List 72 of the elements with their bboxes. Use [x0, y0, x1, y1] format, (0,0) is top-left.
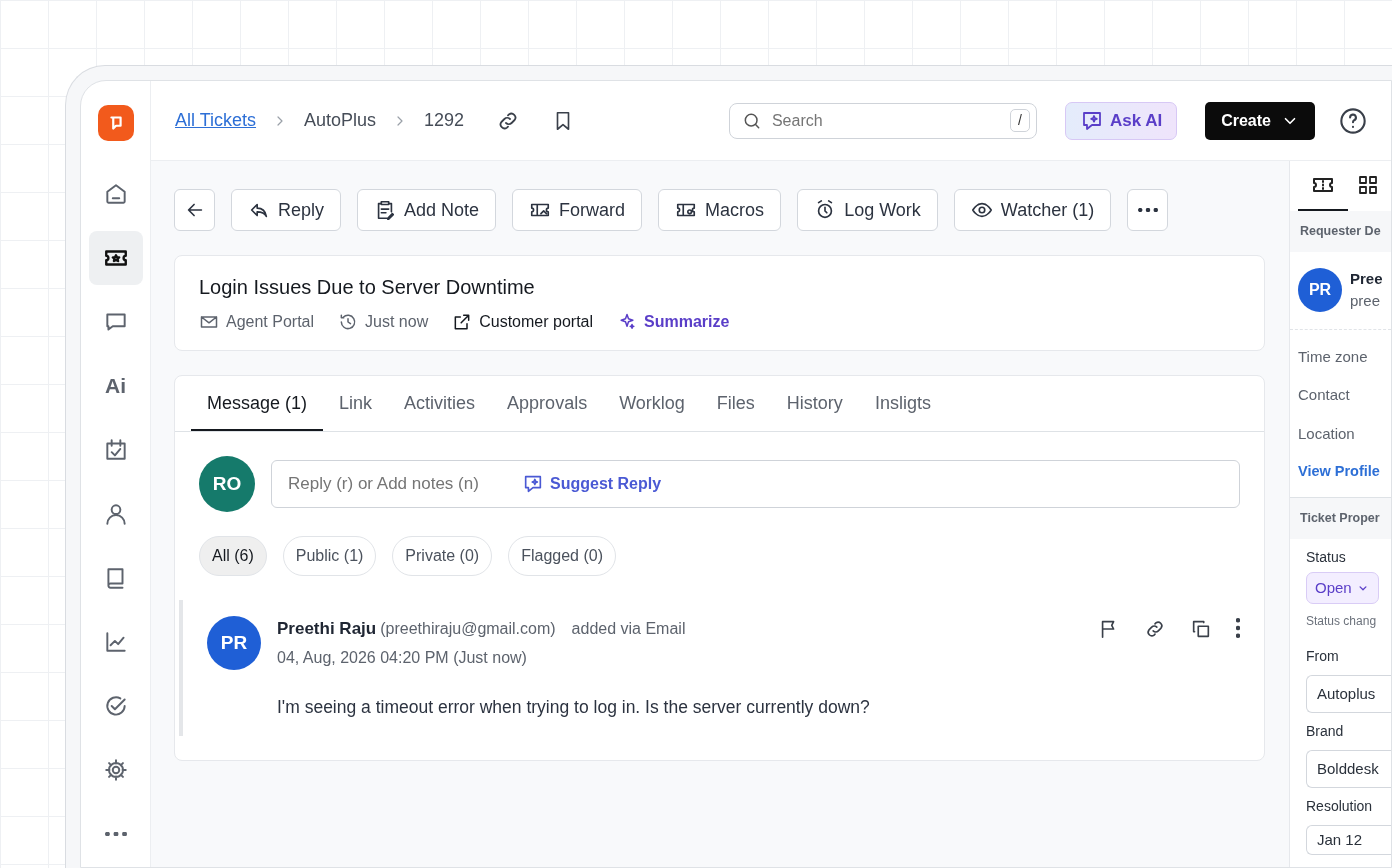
help-button[interactable]: [1339, 106, 1367, 135]
more-icon: [104, 832, 127, 836]
sidebar-item[interactable]: Ai: [88, 359, 143, 413]
section-heading: Ticket Proper: [1290, 497, 1391, 539]
toolbar-button[interactable]: Log Work: [797, 189, 938, 231]
ticket-title: Login Issues Due to Server Downtime: [199, 275, 536, 300]
select-field[interactable]: Jan 12: [1306, 824, 1391, 855]
summarize-button[interactable]: Summarize: [617, 310, 730, 334]
status-dropdown[interactable]: Open: [1306, 571, 1379, 604]
more-button[interactable]: [1236, 617, 1240, 640]
field-label: Location: [1298, 423, 1356, 444]
avatar: PR: [207, 616, 261, 670]
toolbar-button[interactable]: Macros: [658, 189, 782, 231]
filter-chip[interactable]: Flagged (0): [508, 536, 616, 576]
select-field[interactable]: Bolddesk: [1306, 749, 1391, 788]
ask-ai-button[interactable]: Ask AI: [1064, 101, 1178, 140]
tab[interactable]: Insligts: [858, 376, 947, 431]
tab[interactable]: Approvals: [491, 376, 604, 431]
field-label: Resolution: [1306, 796, 1374, 816]
tab[interactable]: Link: [323, 376, 389, 431]
toolbar-button[interactable]: Forward: [512, 189, 643, 231]
sidebar-item[interactable]: [88, 231, 143, 285]
meta-text: Agent Portal: [226, 312, 315, 332]
toolbar-button[interactable]: Watcher (1): [953, 189, 1112, 231]
grid-icon: [1356, 173, 1380, 197]
message-time: 04, Aug, 2026 04:20 PM (Just now): [277, 647, 528, 668]
reply-field[interactable]: Reply (r) or Add notes (n) Suggest Reply: [271, 460, 1240, 508]
message-body: I'm seeing a timeout error when trying to log in. Is the server currently down?: [277, 695, 871, 719]
select-field[interactable]: Autoplus: [1306, 674, 1391, 713]
more-button[interactable]: [1127, 189, 1169, 231]
search-field[interactable]: Search /: [728, 102, 1037, 139]
author-email: (preethiraju@gmail.com): [380, 618, 556, 639]
help-icon: [1339, 106, 1367, 135]
field-label: Contact: [1298, 385, 1351, 406]
author-name: Preethi Raju: [277, 618, 377, 640]
tab[interactable]: Message (1): [191, 376, 324, 431]
field-label: Status: [1306, 547, 1347, 567]
breadcrumb-item: 1292: [424, 109, 465, 132]
logo-icon: [97, 105, 134, 141]
filter-chip[interactable]: All (6): [199, 536, 267, 576]
tab[interactable]: Activities: [388, 376, 492, 431]
create-button[interactable]: Create: [1205, 101, 1315, 140]
view-profile-link[interactable]: View Profile: [1298, 461, 1391, 483]
avatar: PR: [1298, 268, 1342, 313]
breadcrumb-link[interactable]: All Tickets: [175, 107, 257, 134]
field-label: Brand: [1306, 721, 1345, 741]
message-source: added via Email: [571, 618, 686, 639]
tab[interactable]: History: [770, 376, 859, 431]
filter-chip[interactable]: Public (1): [282, 536, 377, 576]
sparkle-chat-icon: [522, 473, 544, 495]
tab[interactable]: Worklog: [603, 376, 701, 431]
field-label: Time zone: [1298, 346, 1369, 367]
tab[interactable]: Files: [700, 376, 771, 431]
toolbar-button[interactable]: Add Note: [357, 189, 497, 231]
portal-link[interactable]: Customer portal: [452, 310, 594, 334]
filter-chip[interactable]: Private (0): [392, 536, 493, 576]
shortcut-key: /: [1010, 109, 1030, 132]
sparkle-icon: [617, 312, 638, 332]
meta-text: Just now: [365, 312, 429, 332]
breadcrumb-item: AutoPlus: [304, 109, 377, 132]
status-note: Status chang: [1306, 612, 1378, 630]
suggest-reply-button[interactable]: Suggest Reply: [522, 472, 662, 496]
field-label: From: [1306, 646, 1340, 666]
toolbar-button[interactable]: Reply: [231, 189, 342, 231]
requester-name: Pree: [1350, 268, 1383, 289]
requester-email: pree: [1350, 291, 1382, 312]
back-button[interactable]: [174, 189, 215, 231]
more-icon: [1137, 208, 1158, 212]
settings-icon: [102, 757, 129, 783]
section-heading: Requester De: [1290, 211, 1391, 252]
avatar: RO: [199, 456, 255, 512]
kebab-icon: [1236, 617, 1240, 638]
